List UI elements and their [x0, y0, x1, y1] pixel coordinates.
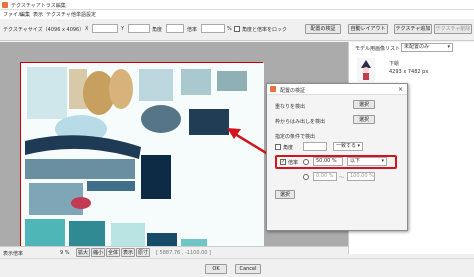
angle-cond-label: 角度 — [283, 145, 294, 151]
angle-input[interactable] — [166, 24, 184, 33]
close-icon[interactable]: × — [398, 86, 403, 93]
zoom-fit-button[interactable]: 全体 — [106, 248, 120, 257]
chevron-down-icon: ▾ — [447, 44, 450, 50]
lock-label: 角度と倍率をロック — [242, 27, 288, 33]
percent-label: % — [227, 26, 232, 32]
item-size: 4293 x 7482 px — [389, 69, 429, 75]
texture-size-label: テクスチャサイズ（4096 x 4096） — [3, 27, 85, 33]
title-bar: テクスチャアトラス編集 — [0, 0, 474, 10]
dialog-icon — [270, 86, 276, 92]
item-thumbnail[interactable] — [357, 58, 375, 82]
item-name: 下絵 — [389, 61, 400, 67]
zoom-out-button[interactable]: 縮小 — [91, 248, 105, 257]
dialog-title-bar: 配置の検証 × — [267, 84, 407, 95]
verify-button[interactable]: 配置の検証 — [305, 24, 341, 34]
menu-edit[interactable]: 編集 — [20, 11, 30, 18]
texture-add-button[interactable]: テクスチャ追加 — [394, 24, 432, 34]
auto-layout-button[interactable]: 自動レイアウト — [348, 24, 388, 34]
condition-select-button[interactable]: 選択 — [275, 190, 295, 199]
scale-op-value: 以下 — [350, 158, 361, 164]
scale-cond-label: 倍率 — [288, 160, 299, 166]
outside-label: 枠からはみ出しを検出 — [275, 119, 326, 125]
overlap-label: 重なりを検出 — [275, 104, 306, 110]
scale-radio-range[interactable] — [303, 174, 309, 180]
model-list-label: モデル用画像リスト — [355, 46, 401, 52]
toolbar: テクスチャサイズ（4096 x 4096） X Y 角度 倍率 % 角度と倍率を… — [0, 19, 474, 41]
verify-dialog: 配置の検証 × 重なりを検出 選択 枠からはみ出しを検出 選択 指定の条件で検出… — [266, 83, 408, 231]
chevron-down-icon: ▾ — [381, 158, 384, 164]
cancel-button[interactable]: Cancel — [235, 264, 261, 274]
zoom-label: 表示倍率 — [3, 251, 24, 257]
angle-label: 角度 — [152, 27, 163, 33]
texture-delete-button[interactable]: テクスチャ削除 — [434, 24, 472, 34]
menu-texture[interactable]: テクスチャ — [46, 11, 71, 18]
scale-checkbox[interactable]: ✓ — [280, 159, 286, 165]
cursor-coords: [ 5887.76 , -1100.00 ] — [156, 250, 212, 256]
bottom-bar: OK Cancel — [0, 258, 474, 277]
outside-select-button[interactable]: 選択 — [353, 115, 375, 124]
display-button[interactable]: 表示 — [121, 248, 135, 257]
menu-bar: ファイル 編集 表示 テクスチャ 他単語設定 — [0, 10, 474, 19]
angle-cond-input[interactable] — [303, 142, 327, 151]
lock-checkbox[interactable] — [234, 26, 240, 32]
scale-input[interactable] — [201, 24, 225, 33]
range-from-input[interactable]: 0.00 % — [313, 172, 337, 181]
status-bar: 表示倍率 9 % 拡大 縮小 全体 表示 原寸 [ 5887.76 , -110… — [0, 246, 348, 258]
y-input[interactable] — [128, 24, 150, 33]
model-list-value: 未配置のみ — [404, 44, 430, 50]
scale-label: 倍率 — [187, 27, 198, 33]
range-separator: ～ — [339, 175, 345, 181]
ok-button[interactable]: OK — [205, 264, 227, 274]
menu-settings[interactable]: 他単語設定 — [71, 11, 96, 18]
app-icon — [2, 2, 8, 8]
actual-size-button[interactable]: 原寸 — [136, 248, 150, 257]
window-title: テクスチャアトラス編集 — [11, 3, 66, 9]
range-to-input[interactable]: 100.00 % — [347, 172, 375, 181]
angle-checkbox[interactable] — [275, 144, 281, 150]
scale-cond-input[interactable]: 50.00 % — [313, 157, 343, 166]
chevron-down-icon: ▾ — [357, 143, 360, 149]
dialog-title: 配置の検証 — [280, 88, 306, 94]
y-label: Y — [121, 26, 125, 32]
scale-radio-single[interactable] — [303, 159, 309, 165]
condition-section-label: 指定の条件で検出 — [275, 134, 316, 140]
model-list-select[interactable]: 未配置のみ ▾ — [401, 43, 453, 52]
x-label: X — [85, 26, 89, 32]
menu-view[interactable]: 表示 — [33, 11, 43, 18]
scale-op-select[interactable]: 以下 ▾ — [347, 157, 387, 166]
atlas-parts — [21, 63, 264, 272]
overlap-select-button[interactable]: 選択 — [353, 100, 375, 109]
zoom-value: 9 % — [60, 250, 70, 256]
angle-op-value: 一致する — [336, 143, 357, 149]
x-input[interactable] — [92, 24, 118, 33]
zoom-in-button[interactable]: 拡大 — [76, 248, 90, 257]
angle-op-select[interactable]: 一致する ▾ — [333, 142, 363, 151]
